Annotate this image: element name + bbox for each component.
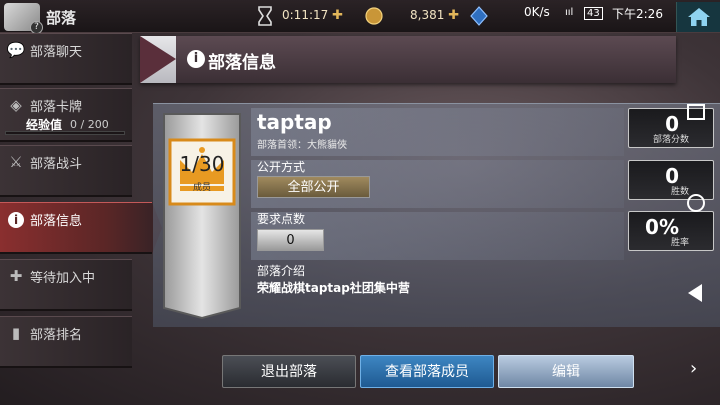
members-label: 成员 bbox=[192, 183, 211, 193]
tribe-avatar[interactable]: ? bbox=[4, 3, 43, 34]
home-icon bbox=[688, 8, 710, 26]
join-method-label: 公开方式 bbox=[257, 160, 306, 174]
header-arrow bbox=[140, 36, 176, 83]
system-nav-bar: › bbox=[676, 80, 720, 405]
exp-progress-bar bbox=[5, 131, 125, 135]
section-title: 部落信息 bbox=[208, 53, 276, 73]
card-icon: ◈ bbox=[10, 96, 22, 114]
crossed-swords-icon: ⚔ bbox=[9, 153, 23, 171]
required-points-label: 要求点数 bbox=[257, 212, 306, 226]
gold-value: 8,381 bbox=[410, 8, 445, 22]
hourglass-icon bbox=[258, 6, 272, 26]
sidebar-item-label: 部落信息 bbox=[30, 214, 83, 229]
description-label: 部落介绍 bbox=[257, 264, 306, 278]
tribe-name: taptap bbox=[257, 110, 332, 134]
chat-icon: 💬 bbox=[6, 41, 26, 59]
timer-readout: 0:11:17 ✚ bbox=[282, 8, 343, 23]
members-count: 1/30 bbox=[179, 152, 225, 176]
net-speed: 0K/s bbox=[524, 5, 550, 19]
edit-button[interactable]: 编辑 bbox=[498, 355, 634, 388]
info-icon: i bbox=[187, 50, 205, 68]
recent-apps-icon[interactable] bbox=[687, 104, 705, 120]
tribe-banner bbox=[163, 113, 241, 320]
chevron-right-icon[interactable]: › bbox=[690, 358, 697, 379]
sidebar-item-ranking[interactable]: ▮ 部落排名 bbox=[0, 316, 132, 368]
section-header: i 部落信息 bbox=[140, 36, 676, 83]
sidebar-item-chat[interactable]: 💬 部落聊天 bbox=[0, 33, 132, 85]
join-method-button[interactable]: 全部公开 bbox=[257, 176, 370, 198]
sidebar-item-battle[interactable]: ⚔ 部落战斗 bbox=[0, 145, 132, 197]
sidebar: 💬 部落聊天 ◈ 部落卡牌 经验值 0 / 200 ⚔ 部落战斗 i 部落信息 … bbox=[0, 33, 162, 405]
gold-coin-icon bbox=[365, 7, 383, 25]
info-icon: i bbox=[8, 212, 24, 228]
sidebar-item-label: 等待加入中 bbox=[30, 271, 96, 286]
tribe-description: 荣耀战棋taptap社团集中营 bbox=[257, 281, 410, 295]
tribe-leader: 部落首领：大熊貓俠 bbox=[257, 140, 347, 151]
required-points-button[interactable]: 0 bbox=[257, 229, 324, 251]
clock: 下午2:26 bbox=[612, 7, 663, 21]
add-gold-icon[interactable]: ✚ bbox=[448, 8, 459, 23]
sidebar-item-info[interactable]: i 部落信息 bbox=[0, 202, 162, 254]
timer-value: 0:11:17 bbox=[282, 8, 329, 22]
top-bar: ? 部落 0:11:17 ✚ 8,381 ✚ 0K/s ııl 43 下午2:2… bbox=[0, 0, 720, 34]
exp-value: 0 / 200 bbox=[70, 118, 109, 131]
ranking-icon: ▮ bbox=[11, 324, 21, 342]
sidebar-item-label: 部落战斗 bbox=[30, 157, 83, 172]
sidebar-item-cards[interactable]: ◈ 部落卡牌 经验值 0 / 200 bbox=[0, 88, 132, 142]
sidebar-item-label: 部落聊天 bbox=[30, 45, 83, 60]
home-circle-icon[interactable] bbox=[687, 194, 705, 212]
signal-icon: ııl bbox=[565, 7, 574, 18]
battery-icon: 43 bbox=[584, 7, 603, 20]
sidebar-item-label: 部落卡牌 bbox=[30, 100, 83, 115]
sidebar-item-label: 部落排名 bbox=[30, 328, 83, 343]
home-button[interactable] bbox=[676, 2, 720, 32]
exit-tribe-button[interactable]: 退出部落 bbox=[222, 355, 356, 388]
plus-icon: ✚ bbox=[9, 267, 23, 285]
add-time-icon[interactable]: ✚ bbox=[332, 8, 343, 23]
page-title: 部落 bbox=[46, 9, 77, 27]
back-icon[interactable] bbox=[688, 284, 702, 302]
view-members-button[interactable]: 查看部落成员 bbox=[360, 355, 494, 388]
gold-readout: 8,381 ✚ bbox=[410, 8, 459, 23]
sidebar-item-pending[interactable]: ✚ 等待加入中 bbox=[0, 259, 132, 311]
gem-icon bbox=[470, 6, 488, 26]
